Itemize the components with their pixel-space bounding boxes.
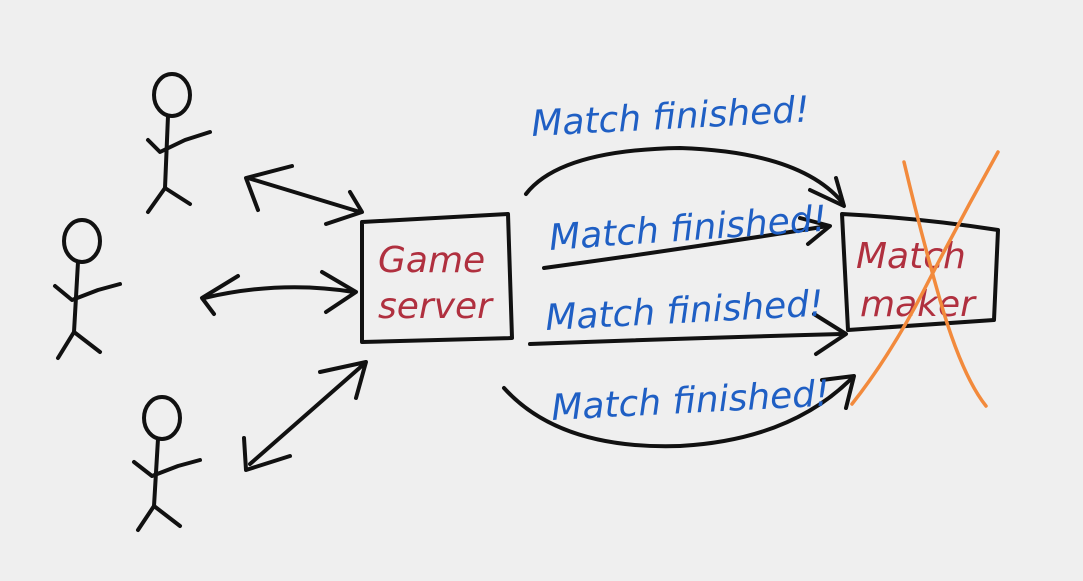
matchmaker-label-line2: maker xyxy=(860,284,977,325)
message-arrow-4: Match finished! xyxy=(502,373,856,449)
player-2-figure xyxy=(53,218,122,360)
message-arrow-1: Match finished! xyxy=(524,89,846,208)
diagram-canvas: Game server Match maker Match finished! … xyxy=(53,72,1000,532)
message-label-3: Match finished! xyxy=(544,283,824,339)
arrow-player-3-server xyxy=(242,360,368,472)
game-server-box: Game server xyxy=(360,212,514,344)
game-server-label-line2: server xyxy=(378,286,494,327)
message-arrow-2: Match finished! xyxy=(542,199,832,270)
arrow-player-2-server xyxy=(200,270,358,316)
message-label-2: Match finished! xyxy=(548,199,829,259)
game-server-label-line1: Game xyxy=(378,240,485,281)
player-3-figure xyxy=(132,395,202,532)
player-1-figure xyxy=(146,72,212,214)
matchmaker-cross-out xyxy=(850,150,1000,408)
message-arrow-3: Match finished! xyxy=(528,283,848,356)
arrow-player-1-server xyxy=(244,164,364,226)
message-label-1: Match finished! xyxy=(530,89,810,145)
